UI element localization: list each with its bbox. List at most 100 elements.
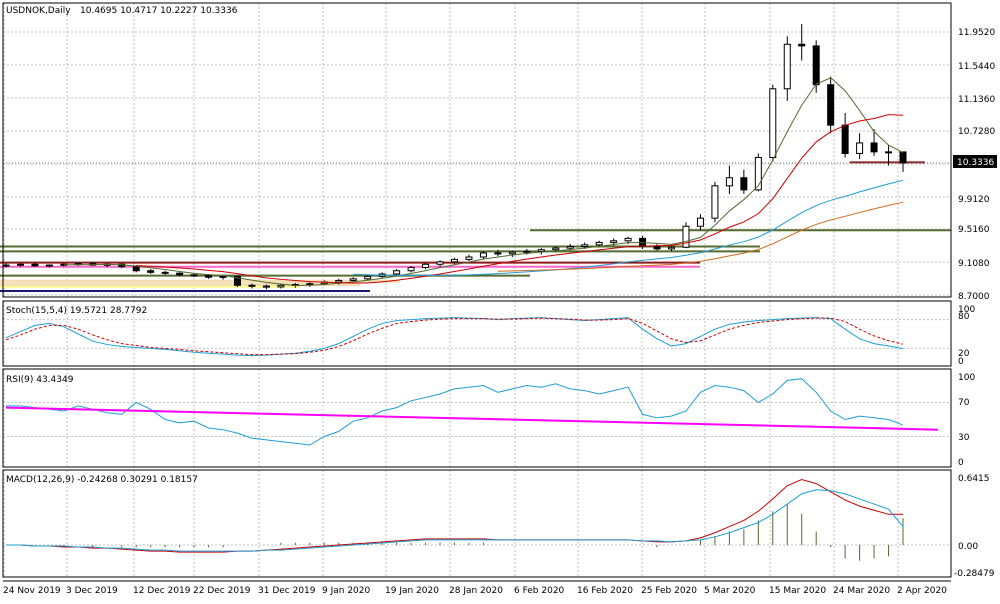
candle-bull: [306, 283, 314, 286]
time-label: 19 Jan 2020: [385, 586, 439, 596]
candle-bear: [494, 252, 502, 255]
candle-bear: [147, 270, 155, 273]
candle-bull: [219, 275, 227, 278]
time-label: 3 Dec 2019: [66, 586, 118, 596]
ma-slow-line: [353, 179, 904, 276]
time-label: 22 Dec 2019: [193, 586, 251, 596]
rsi-title: RSI(9) 43.4349: [6, 375, 74, 385]
price-tick: 10.7280: [958, 127, 995, 137]
macd-tick: 0.00: [958, 542, 978, 552]
candle-bull: [508, 251, 516, 255]
candle-bull: [277, 284, 285, 288]
candle-bull: [523, 250, 531, 253]
time-label: 15 Mar 2020: [769, 586, 826, 596]
chart-window[interactable]: USDNOK,Daily 10.4695 10.4717 10.2227 10.…: [0, 0, 1000, 600]
stoch-main-line: [5, 317, 904, 357]
time-label: 9 Jan 2020: [322, 586, 370, 596]
time-label: 2 Apr 2020: [897, 586, 947, 596]
stoch-tick: 80: [958, 312, 970, 322]
ma-mid-line: [136, 114, 904, 284]
stoch-tick: 0: [958, 357, 964, 367]
candle-bull: [479, 252, 487, 258]
candle-bear: [161, 271, 169, 274]
candle-bull: [624, 237, 632, 242]
chart-svg: USDNOK,Daily 10.4695 10.4717 10.2227 10.…: [0, 2, 997, 596]
price-tick: 11.5440: [958, 62, 995, 72]
macd-tick: -0.28479: [954, 569, 995, 579]
time-axis: 24 Nov 2019 3 Dec 2019 12 Dec 2019 22 De…: [3, 586, 947, 596]
stoch-signal-line: [5, 317, 904, 356]
candle-bull: [595, 241, 603, 246]
rsi-tick: 30: [958, 433, 970, 443]
candle-bull: [769, 88, 777, 159]
macd-main-line: [6, 478, 903, 553]
candle-bull: [537, 249, 545, 252]
price-tick: 11.9520: [958, 28, 995, 38]
candle-bear: [870, 142, 878, 153]
candle-bull: [682, 225, 690, 248]
time-label: 24 Mar 2020: [833, 586, 890, 596]
rsi-tick: 70: [958, 398, 970, 408]
candle-bull: [349, 278, 357, 281]
price-tick: 11.1360: [958, 95, 995, 105]
candle-bull: [465, 256, 473, 260]
candle-bear: [132, 266, 140, 272]
price-tick: 9.1080: [958, 259, 990, 269]
candle-bull: [783, 43, 791, 90]
candle-bear: [262, 285, 270, 288]
time-label: 28 Jan 2020: [449, 586, 503, 596]
candle-bull: [422, 263, 430, 269]
macd-title: MACD(12,26,9) -0.24268 0.30291 0.18157: [6, 475, 198, 485]
candle-bull: [581, 244, 589, 247]
candle-bull: [407, 267, 415, 272]
time-label: 6 Feb 2020: [514, 586, 565, 596]
candle-bear: [812, 45, 820, 86]
candle-bear: [740, 177, 748, 191]
time-label: 25 Feb 2020: [641, 586, 697, 596]
candle-bull: [610, 240, 618, 243]
macd-tick: 0.6415: [958, 474, 990, 484]
rsi-tick: 100: [958, 373, 975, 383]
candle-bull: [364, 275, 372, 280]
candle-bull: [566, 245, 574, 249]
time-label: 16 Feb 2020: [577, 586, 633, 596]
candle-bull: [696, 217, 704, 227]
candle-bear: [653, 245, 661, 250]
pane-frames: [2, 2, 952, 582]
time-label: 5 Mar 2020: [704, 586, 756, 596]
candle-bull: [552, 247, 560, 251]
candle-bull: [436, 261, 444, 265]
price-tick: 9.9120: [958, 195, 990, 205]
candle-bear: [827, 84, 835, 126]
rsi-tick: 0: [958, 458, 964, 468]
candle-bear: [176, 272, 184, 276]
candle-bear: [205, 275, 213, 278]
candle-bull: [335, 279, 343, 283]
candle-bull: [2, 264, 10, 267]
candle-bull: [16, 263, 24, 266]
candle-bear: [841, 124, 849, 154]
rsi-ma-line: [5, 406, 939, 431]
time-label: 31 Dec 2019: [258, 586, 316, 596]
main-symbol-label: USDNOK,Daily: [6, 6, 71, 16]
candle-bear: [190, 274, 198, 277]
candle-bull: [393, 270, 401, 275]
pane-frame: [2, 469, 952, 578]
candle-bull: [725, 177, 733, 187]
time-label: 24 Nov 2019: [3, 586, 61, 596]
price-tick: 9.5160: [958, 225, 990, 235]
candle-bear: [31, 263, 39, 267]
candle-bull: [45, 264, 53, 267]
rsi-line: [6, 378, 904, 446]
candle-bear: [248, 284, 256, 287]
macd-signal-line: [6, 489, 904, 552]
price-tick: 8.7000: [958, 292, 990, 302]
current-price-label: 10.3336: [957, 158, 994, 168]
candle-bear: [899, 151, 907, 164]
candle-bull: [856, 142, 864, 154]
time-label: 12 Dec 2019: [133, 586, 191, 596]
candle-bull: [668, 246, 676, 250]
candle-bear: [798, 43, 806, 47]
support-resistance-bands: [0, 161, 951, 292]
candle-bull: [451, 258, 458, 263]
